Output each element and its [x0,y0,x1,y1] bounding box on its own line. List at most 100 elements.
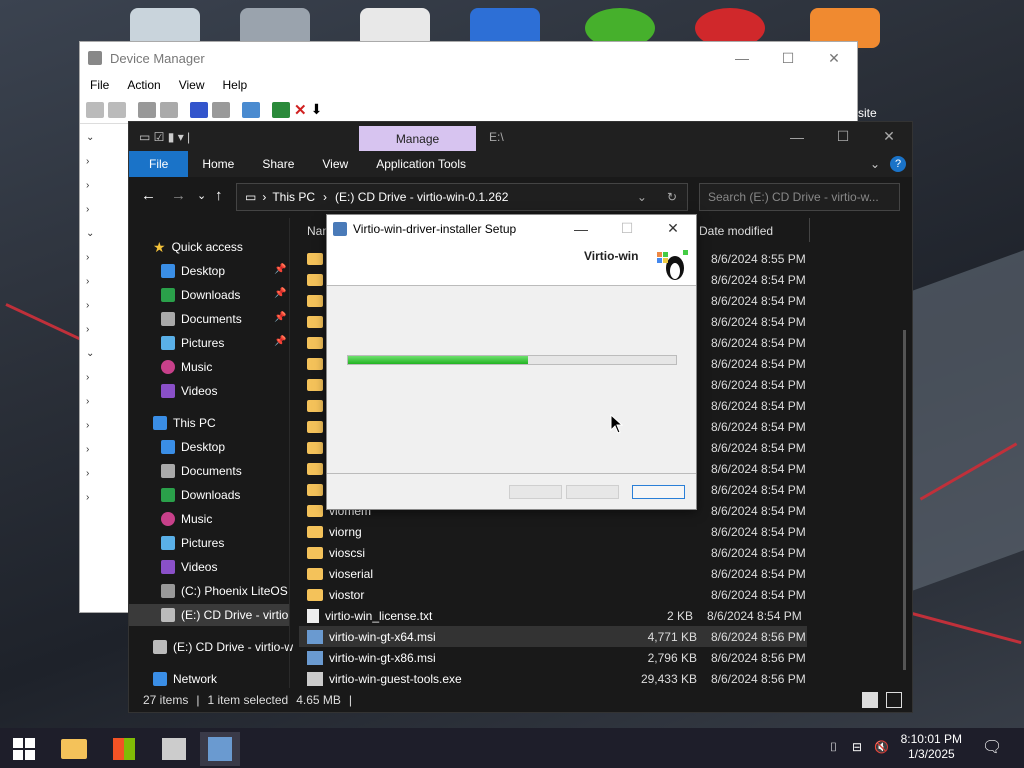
list-icon[interactable] [160,101,178,118]
nav-quick-videos[interactable]: Videos [161,380,217,402]
chevron-down-icon[interactable]: ⌄ [637,190,647,204]
breadcrumb-this-pc[interactable]: This PC [272,190,315,204]
folder-icon [307,462,323,475]
update-driver-icon[interactable] [272,101,290,118]
minimize-button[interactable]: — [558,215,604,242]
menu-view[interactable]: View [179,78,205,92]
menu-file[interactable]: File [90,78,109,92]
close-button[interactable]: ✕ [650,215,696,242]
back-icon[interactable] [86,101,104,118]
volume-muted-icon[interactable]: 🔇 [874,740,889,754]
nav-pc-downloads[interactable]: Downloads [161,484,240,506]
up-arrow-icon[interactable]: ↑ [215,187,223,204]
nav-pc-music[interactable]: Music [161,508,212,530]
file-date: 8/6/2024 8:55 PM [711,251,806,266]
nav-cd-drive-root[interactable]: (E:) CD Drive - virtio-w [153,636,293,658]
refresh-icon[interactable]: ↻ [667,190,677,204]
taskbar-store[interactable] [104,732,144,766]
taskbar-setup[interactable] [200,732,240,766]
clock-date: 1/3/2025 [907,747,955,761]
maximize-button[interactable]: ☐ [765,42,811,74]
nav-quick-pictures[interactable]: Pictures [161,332,224,354]
forward-icon[interactable] [108,101,126,118]
menu-help[interactable]: Help [223,78,248,92]
cancel-button[interactable] [632,485,685,499]
help-icon[interactable] [190,101,208,118]
clock[interactable]: 8:10:01 PM 1/3/2025 [901,732,962,762]
videos-icon [161,384,175,398]
window-title: E:\ [489,130,504,144]
next-button[interactable] [566,485,619,499]
large-icons-view-icon[interactable] [886,692,902,708]
download-icon [161,488,175,502]
pin-icon[interactable]: 📌 [274,312,286,323]
tab-view[interactable]: View [308,151,362,177]
nav-this-pc[interactable]: This PC [153,412,216,434]
uninstall-icon[interactable]: ✕ [294,101,307,119]
nav-quick-access[interactable]: ★ Quick access [153,236,243,258]
tab-home[interactable]: Home [188,151,248,177]
nav-e-drive[interactable]: (E:) CD Drive - virtio [129,604,289,626]
download-icon[interactable]: ⬇ [311,101,323,118]
close-button[interactable]: ✕ [811,42,857,74]
column-header-date[interactable]: Date modified [699,224,773,238]
file-row[interactable]: viostor 8/6/2024 8:54 PM [299,584,807,605]
breadcrumb-cd-drive[interactable]: (E:) CD Drive - virtio-win-0.1.262 [335,190,508,204]
start-button[interactable] [4,732,44,766]
tab-application-tools[interactable]: Application Tools [362,151,480,177]
pin-icon[interactable]: 📌 [274,336,286,347]
nav-quick-documents[interactable]: Documents [161,308,242,330]
usb-icon[interactable]: ⌷ [830,740,837,755]
back-button[interactable] [509,485,562,499]
details-view-icon[interactable] [862,692,878,708]
address-bar[interactable]: ▭ › This PC › (E:) CD Drive - virtio-win… [236,183,688,211]
pin-icon[interactable]: 📌 [274,288,286,299]
forward-arrow-icon[interactable]: → [171,187,186,204]
file-date: 8/6/2024 8:54 PM [711,419,806,434]
minimize-button[interactable]: — [774,122,820,151]
nav-quick-desktop[interactable]: Desktop [161,260,225,282]
close-button[interactable]: ✕ [866,122,912,151]
notification-icon[interactable]: 🗨 [982,737,1002,757]
nav-pc-desktop[interactable]: Desktop [161,436,225,458]
tab-file[interactable]: File [129,151,189,177]
file-row[interactable]: virtio-win-gt-x86.msi 2,796 KB 8/6/2024 8:… [299,647,807,668]
taskbar-file-explorer[interactable] [54,732,94,766]
menu-action[interactable]: Action [127,78,160,92]
network-icon[interactable]: ⊟ [852,740,862,754]
setup-dialog[interactable]: Virtio-win-driver-installer Setup — ☐ ✕ … [326,214,697,510]
help-icon[interactable]: ? [890,156,906,172]
device-manager-titlebar[interactable]: Device Manager — ☐ ✕ [80,42,857,74]
properties-icon[interactable] [138,101,156,118]
maximize-button[interactable]: ☐ [820,122,866,151]
tab-share[interactable]: Share [248,151,308,177]
explorer-titlebar[interactable]: ▭ ☑ ▮ ▾ | Manage E:\ — ☐ ✕ [129,122,912,151]
file-row[interactable]: vioserial 8/6/2024 8:54 PM [299,563,807,584]
file-row[interactable]: virtio-win-gt-x64.msi 4,771 KB 8/6/2024 8:… [299,626,807,647]
file-row[interactable]: virtio-win-guest-tools.exe 29,433 KB 8/6/2… [299,668,807,689]
nav-pc-pictures[interactable]: Pictures [161,532,224,554]
minimize-button[interactable]: — [719,42,765,74]
nav-quick-downloads[interactable]: Downloads [161,284,240,306]
recent-chevron-icon[interactable]: ⌄ [197,189,206,202]
taskbar-device-manager[interactable] [154,732,194,766]
search-input[interactable]: Search (E:) CD Drive - virtio-w... [699,183,900,211]
setup-titlebar[interactable]: Virtio-win-driver-installer Setup — ☐ ✕ [327,215,696,242]
pin-icon[interactable]: 📌 [274,264,286,275]
chevron-down-icon[interactable]: ⌄ [870,157,880,171]
nav-c-drive[interactable]: (C:) Phoenix LiteOS [161,580,288,602]
nav-network[interactable]: Network [153,668,217,690]
vertical-scrollbar[interactable] [903,330,906,670]
nav-pc-documents[interactable]: Documents [161,460,242,482]
view-icon[interactable] [212,101,230,118]
scan-icon[interactable] [242,101,260,118]
file-row[interactable]: viorng 8/6/2024 8:54 PM [299,521,807,542]
file-date: 8/6/2024 8:54 PM [711,272,806,287]
tab-manage[interactable]: Manage [359,126,476,151]
nav-quick-music[interactable]: Music [161,356,212,378]
back-arrow-icon[interactable]: ← [141,187,156,204]
file-row[interactable]: vioscsi 8/6/2024 8:54 PM [299,542,807,563]
file-row[interactable]: virtio-win_license.txt 2 KB 8/6/2024 8:54 … [299,605,807,626]
nav-pc-videos[interactable]: Videos [161,556,217,578]
maximize-button[interactable]: ☐ [604,215,650,242]
